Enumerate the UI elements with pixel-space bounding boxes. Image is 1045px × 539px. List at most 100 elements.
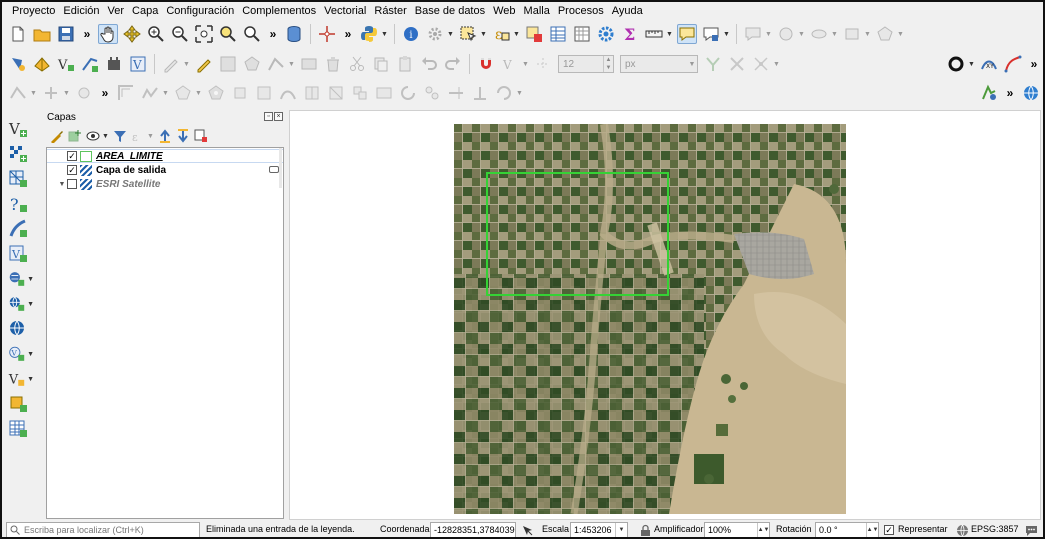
quickmapservices-icon[interactable] [1021, 83, 1041, 103]
layer-visibility-checkbox[interactable]: ✓ [67, 151, 77, 161]
shape-circle-dropdown-arrow[interactable]: ▼ [798, 24, 805, 44]
shape-circle-icon[interactable] [776, 24, 796, 44]
save-project-icon[interactable] [56, 24, 76, 44]
panel-float-button[interactable]: ▫ [264, 112, 273, 121]
wms-dropdown-arrow[interactable]: ▼ [27, 276, 34, 283]
add-vector-layer-icon[interactable]: V [4, 118, 34, 140]
toolbar-more-button-4[interactable]: » [1028, 54, 1040, 74]
zoom-out-icon[interactable] [170, 24, 190, 44]
layer-visibility-checkbox[interactable]: ✓ [67, 165, 77, 175]
new-temporary-layer-icon[interactable] [4, 393, 34, 415]
menu-web[interactable]: Web [489, 2, 519, 20]
snapping-units-combo[interactable]: px ▼ [620, 55, 698, 73]
identify-features-icon[interactable]: i [401, 24, 421, 44]
add-wms-layer-icon[interactable]: ▼ [4, 268, 34, 290]
layer-row-esri-satellite[interactable]: ▼ ESRI Satellite [47, 177, 283, 191]
split-parts-icon[interactable] [302, 83, 322, 103]
shape-polygon-dropdown-arrow[interactable]: ▼ [897, 24, 904, 44]
menu-ver[interactable]: Ver [104, 2, 129, 20]
snapping-type-dropdown-arrow[interactable]: ▼ [522, 54, 529, 74]
toolbar-more-button[interactable]: » [81, 24, 93, 44]
crs-globe-icon[interactable] [955, 523, 969, 537]
georeferencer-icon[interactable] [979, 83, 999, 103]
new-project-icon[interactable] [8, 24, 28, 44]
zoom-in-icon[interactable] [146, 24, 166, 44]
manage-map-themes-icon[interactable] [85, 128, 101, 144]
toggle-extents-icon[interactable] [520, 523, 534, 537]
snapping-intersection-dropdown-arrow[interactable]: ▼ [773, 54, 780, 74]
add-table-icon[interactable] [4, 418, 34, 440]
shape-ellipse-icon[interactable] [809, 24, 829, 44]
redo-icon[interactable] [443, 54, 463, 74]
wfs-dropdown-arrow[interactable]: ▼ [27, 301, 34, 308]
offset-curve-icon[interactable] [116, 83, 136, 103]
simplify-dropdown-arrow[interactable]: ▼ [162, 83, 169, 103]
menu-configuracion[interactable]: Configuración [162, 2, 238, 20]
action-dropdown-arrow[interactable]: ▼ [447, 24, 454, 44]
expand-arrow-icon[interactable]: ▼ [57, 181, 67, 188]
vertex-tool-dropdown-arrow[interactable]: ▼ [288, 54, 295, 74]
expand-all-icon[interactable] [157, 128, 173, 144]
advanced-tool-2-dropdown-arrow[interactable]: ▼ [63, 83, 70, 103]
rotation-spinbox[interactable]: 0.0 ° ▲▼ [815, 522, 879, 537]
simplify-feature-icon[interactable] [140, 83, 160, 103]
menu-raster[interactable]: Ráster [370, 2, 410, 20]
annotation-dropdown-arrow[interactable]: ▼ [765, 24, 772, 44]
select-dropdown-arrow[interactable]: ▼ [480, 24, 487, 44]
delete-part-icon[interactable] [254, 83, 274, 103]
add-group-icon[interactable] [67, 128, 83, 144]
magnifier-spin-arrows[interactable]: ▲▼ [757, 523, 769, 537]
advanced-tool-3-icon[interactable] [74, 83, 94, 103]
rotate-point-symbols-icon[interactable] [398, 83, 418, 103]
copy-features-icon[interactable] [371, 54, 391, 74]
zoom-to-layer-icon[interactable] [242, 24, 262, 44]
action-gear-icon[interactable] [425, 24, 445, 44]
annotation-icon[interactable] [743, 24, 763, 44]
arcgis-dropdown-arrow[interactable]: ▼ [27, 351, 34, 358]
collapse-all-icon[interactable] [175, 128, 191, 144]
map-canvas[interactable] [289, 110, 1041, 520]
topological-editing-icon[interactable] [703, 54, 723, 74]
add-ring-dropdown-arrow[interactable]: ▼ [195, 83, 202, 103]
add-feature-icon[interactable] [242, 54, 262, 74]
menu-edicion[interactable]: Edición [59, 2, 103, 20]
advanced-tool-1-dropdown-arrow[interactable]: ▼ [30, 83, 37, 103]
advanced-tool-2-icon[interactable] [41, 83, 61, 103]
menu-base-de-datos[interactable]: Base de datos [411, 2, 489, 20]
cut-features-icon[interactable] [347, 54, 367, 74]
fill-ring-icon[interactable] [206, 83, 226, 103]
scale-combo[interactable]: 1:453206 ▼ [570, 522, 628, 537]
delete-ring-icon[interactable] [230, 83, 250, 103]
open-layer-styling-icon[interactable] [49, 128, 65, 144]
rotation-spin-arrows[interactable]: ▲▼ [866, 523, 878, 537]
ring-dropdown-arrow[interactable]: ▼ [968, 54, 975, 74]
render-checkbox[interactable]: ✓ [884, 525, 894, 535]
coordinate-capture-icon[interactable]: XY [979, 54, 999, 74]
crs-label[interactable]: EPSG:3857 [971, 524, 1019, 534]
avoid-overlap-icon[interactable] [727, 54, 747, 74]
layer-row-area-limite[interactable]: ✓ AREA_LIMITE [47, 149, 283, 163]
expression-dropdown-arrow[interactable]: ▼ [513, 24, 520, 44]
toggle-editing-icon[interactable] [194, 54, 214, 74]
new-vector-layer-icon[interactable]: V [56, 54, 76, 74]
add-arcgis-layer-icon[interactable]: V ▼ [4, 343, 34, 365]
shape-rectangle-icon[interactable] [842, 24, 862, 44]
snapping-magnet-icon[interactable] [476, 54, 496, 74]
measure-line-icon[interactable] [644, 24, 664, 44]
map-themes-dropdown-arrow[interactable]: ▼ [102, 129, 109, 143]
filter-by-expression-icon[interactable]: ε [130, 128, 146, 144]
reverse-line-dropdown-arrow[interactable]: ▼ [516, 83, 523, 103]
toolbar-more-button-5[interactable]: » [99, 83, 111, 103]
layer-row-capa-de-salida[interactable]: ✓ Capa de salida [47, 163, 283, 177]
pan-hand-icon[interactable] [98, 24, 118, 44]
merge-attributes-icon[interactable] [350, 83, 370, 103]
shape-polygon-icon[interactable] [875, 24, 895, 44]
coordinate-field[interactable]: -12828351,3784039 [430, 522, 516, 537]
toolbar-more-button-2[interactable]: » [267, 24, 279, 44]
bookmark-dropdown-arrow[interactable]: ▼ [723, 24, 730, 44]
menu-vectorial[interactable]: Vectorial [320, 2, 370, 20]
advanced-tool-1-icon[interactable] [8, 83, 28, 103]
pan-to-selection-icon[interactable] [122, 24, 142, 44]
lock-scale-icon[interactable] [638, 523, 652, 537]
vertex-tool-icon[interactable] [266, 54, 286, 74]
